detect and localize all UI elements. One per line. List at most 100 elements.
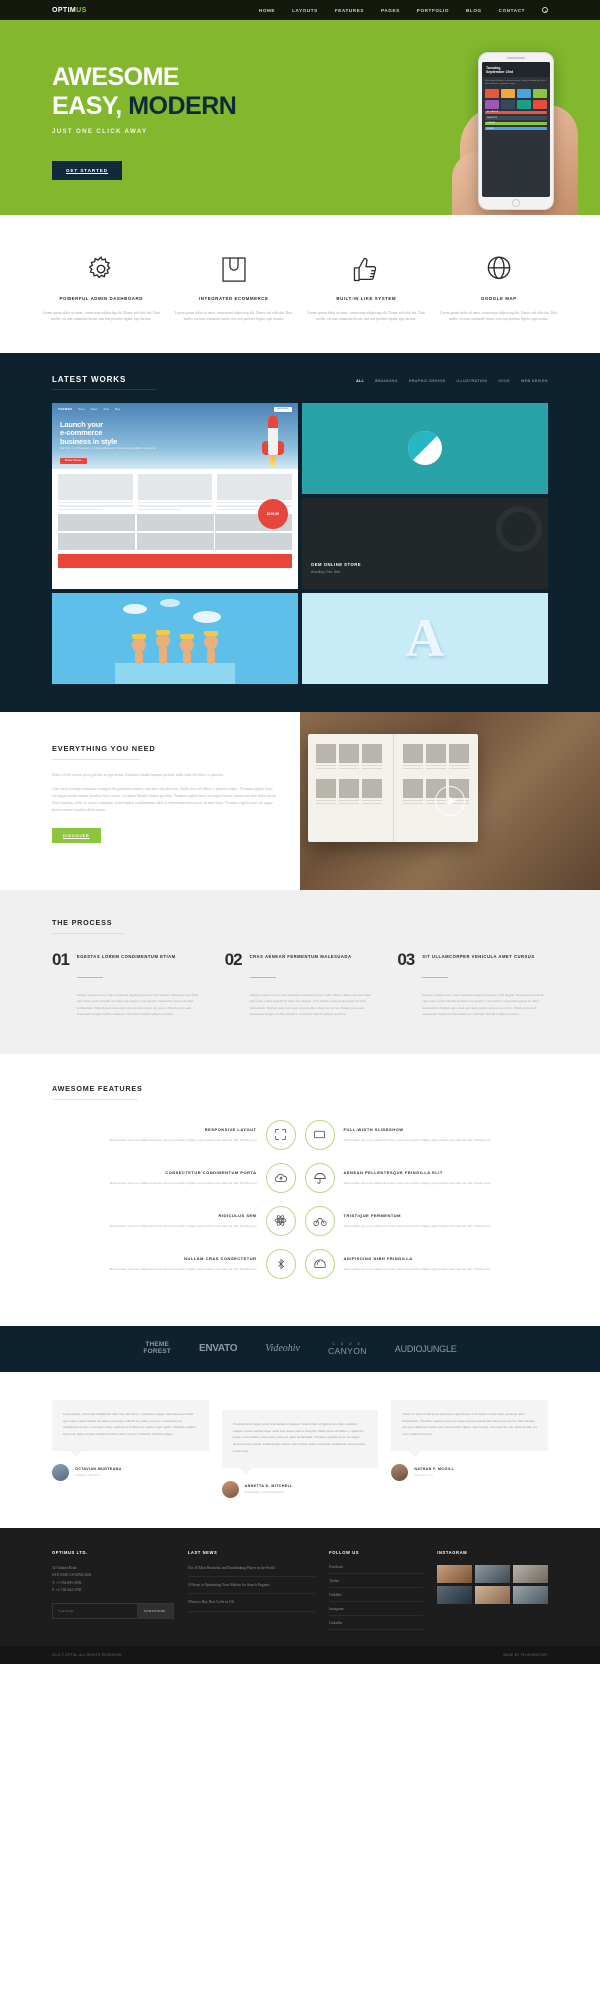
portfolio-item-pill[interactable]: [302, 402, 548, 494]
nav-item-portfolio[interactable]: PORTFOLIO: [417, 8, 449, 13]
filter-web-design[interactable]: WEB DESIGN: [521, 379, 548, 383]
news-link[interactable]: 10 Steps to Optimizing Your Website for …: [187, 1577, 316, 1595]
avatar: [52, 1463, 69, 1481]
features-overview-section: POWERFUL ADMIN DASHBOARD Lorem ipsum dol…: [0, 215, 600, 353]
site-logo[interactable]: OPTIMUS: [52, 7, 87, 14]
social-link-facebook[interactable]: Facebook: [329, 1565, 424, 1575]
news-link[interactable]: The 20 Most Beautiful and Breathtaking P…: [187, 1565, 316, 1578]
brand-envato-logo[interactable]: ENVATO: [199, 1343, 238, 1354]
footer-company-column: OPTIMUS LTD. 32 Oatland Road SAN JOSE CS…: [52, 1550, 174, 1631]
nav-item-pages[interactable]: PAGES: [381, 8, 400, 13]
nav-item-contact[interactable]: CONTACT: [499, 8, 525, 13]
instagram-thumb[interactable]: [475, 1585, 511, 1604]
social-link-twitter[interactable]: Twitter: [329, 1574, 424, 1589]
news-link[interactable]: Where to Buy Best Coffe in UK: [187, 1594, 316, 1612]
portfolio-item-letter[interactable]: A: [302, 592, 548, 684]
feature-text: Duis mollis, est non commodo luctus, nis…: [343, 1266, 491, 1271]
nav-item-layouts[interactable]: LAYOUTS: [292, 8, 318, 13]
browser-nav-item[interactable]: Blog: [115, 408, 120, 411]
brand-codecanyon-logo[interactable]: C O D E CANYON: [328, 1342, 367, 1356]
feature-row: NULLAM CRAS CONSECTETUR Duis mollis, est…: [52, 1248, 549, 1279]
title-underline: [52, 1098, 138, 1100]
feature-right: ADIPISCING NIBH FRINGILLA Duis mollis, e…: [344, 1256, 549, 1272]
portfolio-filters: ALL BRANDING GRAPHIC DESIGN ILLUSTRATION…: [356, 379, 548, 384]
nav-item-home[interactable]: HOME: [259, 8, 275, 13]
social-link-instagram[interactable]: Instagram: [329, 1602, 424, 1617]
discover-button[interactable]: DISCOVER: [52, 827, 101, 843]
process-section: THE PROCESS 01 EGESTAS LOREM CONDIMENTUM…: [0, 889, 600, 1054]
filter-all[interactable]: ALL: [356, 379, 364, 383]
instagram-thumb[interactable]: [437, 1585, 473, 1604]
instagram-thumb[interactable]: [475, 1564, 511, 1583]
get-started-button[interactable]: GET STARTED: [52, 160, 122, 180]
instagram-thumbnails: [437, 1564, 548, 1604]
play-button-icon[interactable]: [435, 785, 465, 816]
testimonial-location: Missouri, U.S: [414, 1473, 433, 1478]
process-step: 01 EGESTAS LOREM CONDIMENTUM ETIAM Integ…: [52, 950, 203, 1018]
nav-item-blog[interactable]: BLOG: [466, 8, 482, 13]
feature-title: FULL-WIDTH SLIDESHOW: [343, 1126, 404, 1132]
gear-icon: [40, 249, 163, 289]
footer-column-title: OPTIMUS LTD.: [52, 1549, 88, 1555]
slideshow-icon: [304, 1119, 335, 1150]
feature-text: Duis mollis, est non commodo luctus, nis…: [109, 1223, 257, 1228]
feature-left: RESPONSIVE LAYOUT Duis mollis, est non c…: [52, 1127, 257, 1143]
logo-accent: US: [76, 6, 87, 14]
browser-nav-item[interactable]: Home: [78, 408, 84, 411]
footer-column-title: LAST NEWS: [187, 1549, 218, 1555]
brand-themeforest-logo[interactable]: THEME FOREST: [143, 1341, 171, 1356]
video-preview[interactable]: [300, 711, 600, 890]
brand-line-2: FOREST: [143, 1347, 171, 1355]
instagram-thumb[interactable]: [437, 1564, 473, 1583]
globe-icon: [438, 249, 561, 289]
title-underline: [52, 388, 156, 390]
browser-cta-button[interactable]: Browse Themes: [60, 457, 87, 464]
social-link-linkedin[interactable]: Linkedin: [329, 1616, 424, 1631]
filter-branding[interactable]: BRANDING: [375, 379, 397, 383]
copyright-bar: 2014 © OPTIM. ALL RIGHTS RESERVED. MADE …: [0, 1646, 600, 1665]
brand-audiojungle-logo[interactable]: AUDIOJUNGLE: [395, 1344, 457, 1354]
feature-text: Duis mollis, est non commodo luctus, nis…: [343, 1137, 491, 1142]
instagram-thumb[interactable]: [513, 1564, 548, 1583]
process-title: THE PROCESS: [52, 917, 113, 927]
subscribe-button[interactable]: SUBSCRIBE: [136, 1604, 173, 1619]
feature-text: Lorem ipsum dolor sit amet, consectetur …: [175, 311, 293, 322]
address-line-2: SAN JOSE CS 92926 4601: [52, 1573, 92, 1578]
process-step: 02 CRAS AENEAN FERMENTUM MALESUADA Integ…: [224, 949, 376, 1018]
brand-line-2: CANYON: [328, 1345, 367, 1356]
newsletter-form: SUBSCRIBE: [52, 1603, 174, 1620]
testimonial-location: Chisinau, Moldova: [75, 1473, 101, 1478]
filter-graphic-design[interactable]: GRAPHIC DESIGN: [409, 379, 446, 383]
step-number: 02: [224, 949, 243, 969]
phone-home-button[interactable]: [512, 198, 520, 207]
rocket-illustration: [262, 414, 284, 467]
portfolio-grid: THEMES Home Pages Shop Blog BUY NOW Laun…: [52, 402, 548, 684]
search-icon[interactable]: [542, 7, 548, 13]
portfolio-item-browser[interactable]: THEMES Home Pages Shop Blog BUY NOW Laun…: [52, 402, 298, 589]
filter-ui-ux[interactable]: UI/UX: [498, 379, 510, 383]
brand-videohive-logo[interactable]: Videohiv: [265, 1343, 300, 1354]
feature-left: NULLAM CRAS CONSECTETUR Duis mollis, est…: [52, 1256, 257, 1272]
hero-headline: AWESOME EASY, MODERN: [52, 63, 600, 121]
filter-illustration[interactable]: ILLUSTRATION: [457, 379, 488, 383]
browser-nav-item[interactable]: Pages: [91, 408, 98, 411]
browser-buy-button[interactable]: BUY NOW: [273, 406, 292, 412]
browser-nav-item[interactable]: Shop: [103, 408, 109, 411]
testimonial: Vestibulum id ligula porta felis euismod…: [221, 1409, 379, 1498]
portfolio-item-oem[interactable]: OEM ONLINE STORE Branding, Print, Web: [302, 497, 548, 589]
step-number: 03: [397, 949, 415, 969]
nav-item-features[interactable]: FEATURES: [335, 8, 364, 13]
site-header: OPTIMUS HOME LAYOUTS FEATURES PAGES PORT…: [0, 0, 600, 20]
email-input[interactable]: [53, 1604, 137, 1619]
social-link-dribbble[interactable]: Dribbble: [329, 1588, 424, 1603]
step-title: SIT ULLAMCORPER VEHICULA AMET CURSUS: [422, 953, 535, 959]
footer-instagram-column: INSTAGRAM: [437, 1550, 548, 1631]
step-text: Integer posuere erat a ante venenatis da…: [422, 992, 544, 1017]
browser-brand: THEMES: [58, 407, 73, 412]
portfolio-item-illustration[interactable]: [52, 592, 298, 684]
instagram-thumb[interactable]: [513, 1585, 548, 1604]
testimonial: Donec id elit non mi porta gravida at eg…: [391, 1399, 548, 1481]
cloud-upload-icon: [265, 1162, 296, 1193]
responsive-icon: [265, 1119, 296, 1150]
browser-price-badge: $245,00: [258, 498, 288, 529]
